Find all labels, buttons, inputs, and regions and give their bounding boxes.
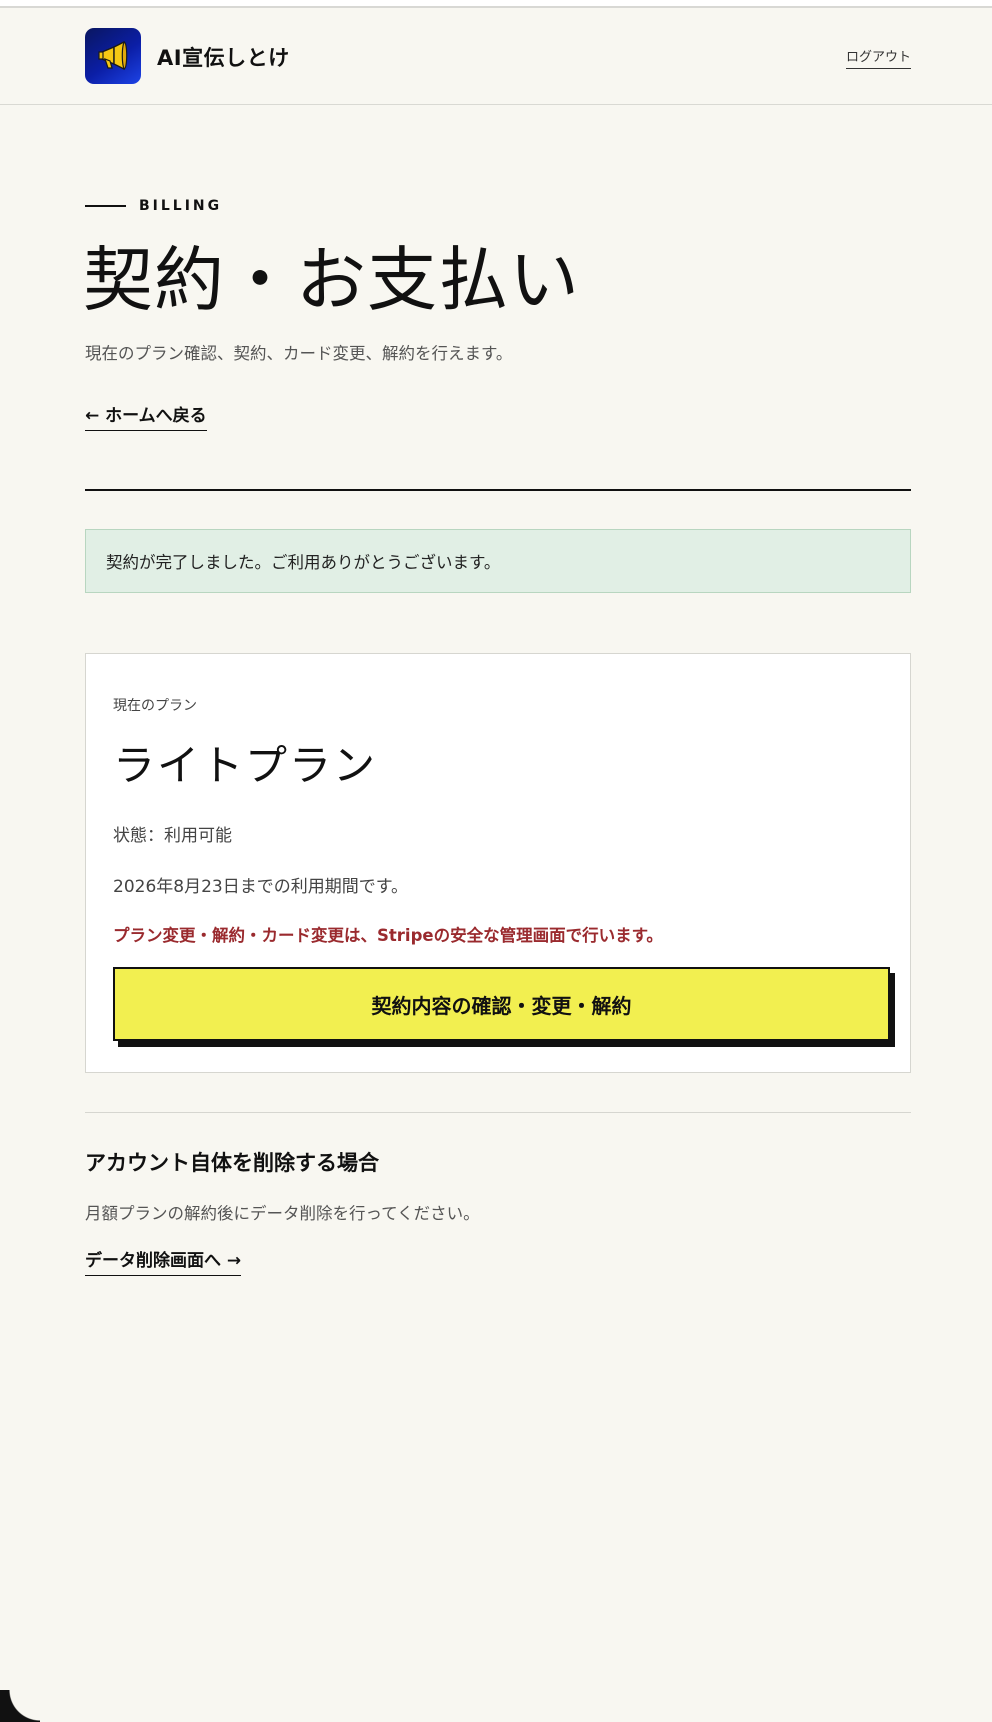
section-eyebrow: BILLING xyxy=(85,197,222,215)
top-edge xyxy=(0,0,992,8)
plan-status: 状態：利用可能 xyxy=(113,826,232,846)
page-title: 契約・お支払い xyxy=(83,239,580,321)
data-deletion-link[interactable]: データ削除画面へ → xyxy=(85,1250,242,1276)
success-notice: 契約が完了しました。ご利用ありがとうございます。 xyxy=(85,529,911,593)
megaphone-icon xyxy=(98,40,128,71)
delete-account-description: 月額プランの解約後にデータ削除を行ってください。 xyxy=(85,1204,480,1223)
plan-period: 2026年8月23日までの利用期間です。 xyxy=(113,877,409,897)
current-plan-card: 現在のプラン ライトプラン 状態：利用可能 2026年8月23日までの利用期間で… xyxy=(85,653,911,1073)
plan-name: ライトプラン xyxy=(113,741,378,790)
site-header: AI宣伝しとけ ログアウト xyxy=(0,8,992,105)
eyebrow-label: BILLING xyxy=(139,198,223,214)
window-corner xyxy=(0,1690,40,1722)
success-notice-text: 契約が完了しました。ご利用ありがとうございます。 xyxy=(106,553,501,572)
app-logo[interactable] xyxy=(85,28,141,84)
app-name: AI宣伝しとけ xyxy=(157,46,290,70)
delete-account-title: アカウント自体を削除する場合 xyxy=(85,1151,379,1175)
back-to-home-link[interactable]: ← ホームへ戻る xyxy=(85,405,207,431)
plan-label: 現在のプラン xyxy=(113,698,197,714)
logout-link[interactable]: ログアウト xyxy=(845,50,911,69)
eyebrow-rule xyxy=(85,205,126,207)
manage-subscription-button[interactable]: 契約内容の確認・変更・解約 xyxy=(113,967,890,1041)
page-subtitle: 現在のプラン確認、契約、カード変更、解約を行えます。 xyxy=(85,344,513,363)
plan-stripe-note: プラン変更・解約・カード変更は、Stripeの安全な管理画面で行います。 xyxy=(113,926,663,945)
section-divider xyxy=(85,489,911,491)
section-divider-light xyxy=(85,1112,911,1113)
manage-button-wrap: 契約内容の確認・変更・解約 xyxy=(113,967,895,1047)
